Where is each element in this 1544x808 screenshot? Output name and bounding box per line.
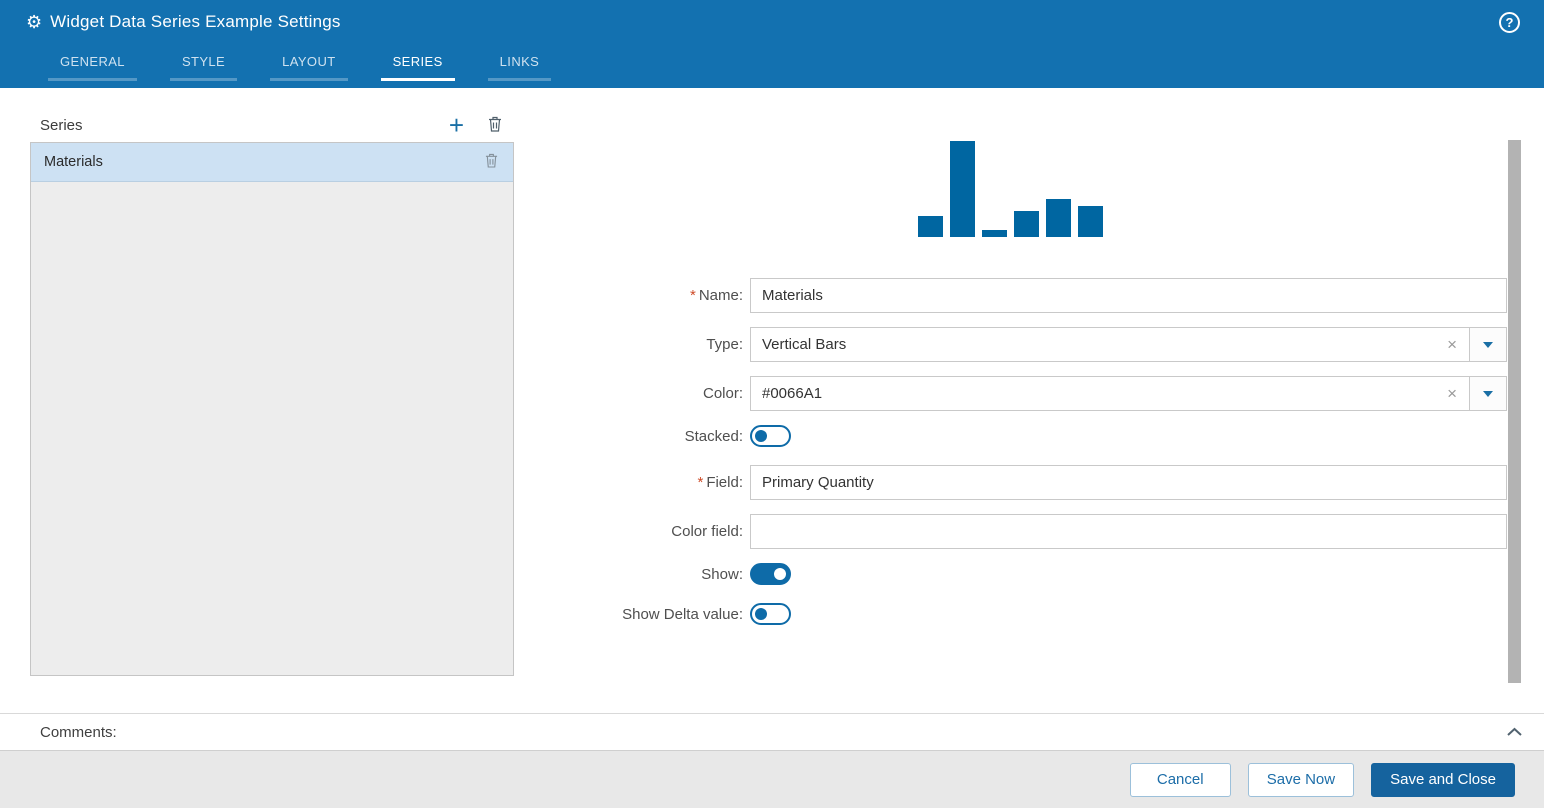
delete-item-button[interactable] [483,153,500,171]
dialog-header: ⚙ Widget Data Series Example Settings ? … [0,0,1544,88]
tab-layout[interactable]: LAYOUT [270,48,347,81]
series-panel-title: Series [40,117,83,134]
field-label: *Field: [514,474,743,491]
scrollbar[interactable] [1508,140,1521,683]
show-row: Show: [514,563,1507,585]
tab-style[interactable]: STYLE [170,48,237,81]
color-field-input[interactable] [750,514,1507,549]
chart-bar [1014,211,1039,237]
chevron-up-icon [1506,727,1523,737]
series-item-label: Materials [44,154,103,170]
chart-bar [918,216,943,237]
type-label: Type: [514,336,743,353]
help-icon[interactable]: ? [1499,12,1520,33]
chart-bar [982,230,1007,237]
chart-bar [1046,199,1071,237]
color-select-value: #0066A1 [751,385,1435,402]
chart-bar [950,141,975,237]
show-delta-row: Show Delta value: [514,603,1507,625]
type-dropdown-button[interactable] [1469,328,1506,361]
stacked-row: Stacked: [514,425,1507,447]
toggle-knob [755,430,767,442]
collapse-comments-button[interactable] [1506,727,1523,737]
name-input[interactable] [750,278,1507,313]
add-series-button[interactable]: + [445,114,468,136]
scrollbar-thumb[interactable] [1508,140,1521,683]
cancel-button[interactable]: Cancel [1130,763,1231,797]
type-row: Type: Vertical Bars × [514,327,1507,362]
tab-links[interactable]: LINKS [488,48,552,81]
toggle-knob [774,568,786,580]
name-label: *Name: [514,287,743,304]
trash-icon [488,116,502,132]
save-and-close-button[interactable]: Save and Close [1371,763,1515,797]
tab-bar: GENERAL STYLE LAYOUT SERIES LINKS [0,48,1544,81]
comments-bar: Comments: [0,713,1544,750]
chart-preview-bars [918,140,1103,237]
comments-label: Comments: [40,724,117,741]
series-form-panel: *Name: Type: Vertical Bars × [514,88,1544,713]
color-field-label: Color field: [514,523,743,540]
series-panel-header: Series + [30,108,514,142]
type-select[interactable]: Vertical Bars × [750,327,1507,362]
show-toggle[interactable] [750,563,791,585]
series-panel: Series + Materials [30,108,514,713]
chart-preview [514,140,1507,237]
series-form: *Name: Type: Vertical Bars × [514,278,1507,625]
field-row: *Field: [514,465,1507,500]
stacked-label: Stacked: [514,428,743,445]
gear-icon: ⚙ [26,13,42,31]
show-label: Show: [514,566,743,583]
chevron-down-icon [1483,391,1493,397]
color-dropdown-button[interactable] [1469,377,1506,410]
stacked-toggle[interactable] [750,425,791,447]
clear-icon[interactable]: × [1435,336,1469,353]
name-row: *Name: [514,278,1507,313]
color-label: Color: [514,385,743,402]
series-list: Materials [30,142,514,676]
chart-bar [1078,206,1103,237]
required-asterisk: * [697,474,703,491]
save-now-button[interactable]: Save Now [1248,763,1354,797]
title-row: ⚙ Widget Data Series Example Settings ? [0,0,1544,44]
required-asterisk: * [690,287,696,304]
settings-dialog: ⚙ Widget Data Series Example Settings ? … [0,0,1544,808]
tab-series[interactable]: SERIES [381,48,455,81]
main-content: Series + Materials [0,88,1544,713]
delete-series-button[interactable] [486,116,504,135]
dialog-title: Widget Data Series Example Settings [50,12,340,32]
series-item-materials[interactable]: Materials [31,143,513,182]
show-delta-label: Show Delta value: [514,606,743,623]
color-select[interactable]: #0066A1 × [750,376,1507,411]
field-input[interactable] [750,465,1507,500]
color-row: Color: #0066A1 × [514,376,1507,411]
tab-general[interactable]: GENERAL [48,48,137,81]
show-delta-toggle[interactable] [750,603,791,625]
color-field-row: Color field: [514,514,1507,549]
chevron-down-icon [1483,342,1493,348]
dialog-footer: Cancel Save Now Save and Close [0,750,1544,808]
type-select-value: Vertical Bars [751,336,1435,353]
trash-icon [485,153,498,168]
toggle-knob [755,608,767,620]
clear-icon[interactable]: × [1435,385,1469,402]
